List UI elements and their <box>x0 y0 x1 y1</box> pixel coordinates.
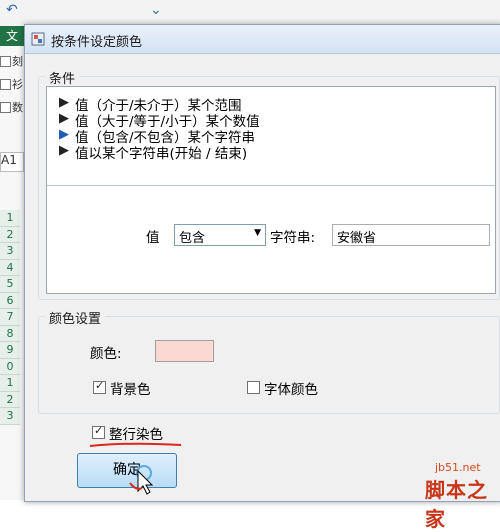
row-header[interactable]: 1 <box>0 375 20 392</box>
color-swatch[interactable] <box>155 340 214 362</box>
app-icon <box>31 32 45 46</box>
row-header[interactable]: 8 <box>0 325 20 342</box>
app-title-bar: ↶ ⌄ <box>0 0 500 27</box>
check-icon: ✓ <box>94 424 104 437</box>
check-icon: ✓ <box>95 379 105 392</box>
red-underline-annotation <box>89 442 182 447</box>
background-checkbox-label-2: 衫 <box>12 78 23 91</box>
whole-row-label: 整行染色 <box>109 427 163 443</box>
background-color-checkbox[interactable]: ✓ <box>93 379 106 394</box>
ribbon-tab-file[interactable]: 文 <box>0 26 24 46</box>
conditions-panel: ▶ 值（介于/未介于）某个范围 ▶ 值（大于/等于/小于）某个数值 ▶ 值（包含… <box>46 86 496 294</box>
row-header[interactable]: 3 <box>0 408 20 425</box>
string-input[interactable]: 安徽省 <box>332 224 490 246</box>
triangle-right-icon: ▶ <box>59 143 69 158</box>
background-checkbox-2[interactable] <box>0 79 11 90</box>
undo-icon[interactable]: ↶ <box>6 2 18 18</box>
row-header[interactable]: 9 <box>0 342 20 359</box>
condition-item-starts-ends[interactable]: ▶ 值以某个字符串(开始 / 结束) <box>59 142 248 162</box>
row-headers: 1 2 3 4 5 6 7 8 9 0 1 2 3 <box>0 210 20 425</box>
row-header[interactable]: 0 <box>0 358 20 375</box>
row-header[interactable]: 5 <box>0 276 20 293</box>
watermark-site: jb51.net <box>435 461 481 474</box>
operator-select[interactable]: 包含 ▼ <box>174 224 266 246</box>
operator-select-value: 包含 <box>179 231 206 246</box>
conditions-legend: 条件 <box>45 68 80 87</box>
row-header[interactable]: 2 <box>0 391 20 408</box>
background-checkbox-label-3: 数 <box>12 101 23 114</box>
string-input-value: 安徽省 <box>337 231 377 246</box>
color-settings-group: 颜色设置 <box>38 308 500 414</box>
background-color-label: 背景色 <box>110 382 151 398</box>
dialog-title-bar[interactable]: 按条件设定颜色 <box>25 25 500 54</box>
watermark-name: 脚本之家 <box>425 478 488 531</box>
row-header[interactable]: 2 <box>0 226 20 243</box>
color-settings-legend: 颜色设置 <box>45 308 106 327</box>
row-header[interactable]: 6 <box>0 292 20 309</box>
dialog-title: 按条件设定颜色 <box>51 35 143 50</box>
row-header[interactable]: 7 <box>0 309 20 326</box>
condition-list: ▶ 值（介于/未介于）某个范围 ▶ 值（大于/等于/小于）某个数值 ▶ 值（包含… <box>47 87 495 186</box>
row-header[interactable]: 4 <box>0 259 20 276</box>
triangle-right-icon: ▶ <box>59 127 69 142</box>
string-label: 字符串: <box>270 230 316 246</box>
background-checkbox-label-1: 刻 <box>12 55 23 68</box>
row-header[interactable]: 1 <box>0 210 20 227</box>
background-checkbox-1[interactable] <box>0 56 11 67</box>
mouse-cursor-icon <box>129 465 154 495</box>
whole-row-checkbox[interactable]: ✓ <box>92 424 105 439</box>
value-label: 值 <box>146 230 160 246</box>
font-color-checkbox[interactable] <box>247 381 260 394</box>
name-box[interactable]: A1 <box>0 152 24 172</box>
ok-button[interactable]: 确定 <box>77 453 177 488</box>
dropdown-arrow-icon: ▼ <box>254 228 261 238</box>
font-color-label: 字体颜色 <box>264 382 318 398</box>
row-header[interactable]: 3 <box>0 243 20 260</box>
triangle-right-icon: ▶ <box>59 111 69 126</box>
background-checkbox-3[interactable] <box>0 102 11 113</box>
triangle-right-icon: ▶ <box>59 95 69 110</box>
chevron-down-icon[interactable]: ⌄ <box>150 2 162 18</box>
color-label: 颜色: <box>90 346 122 362</box>
condition-item-label: 值以某个字符串(开始 / 结束) <box>75 146 248 162</box>
